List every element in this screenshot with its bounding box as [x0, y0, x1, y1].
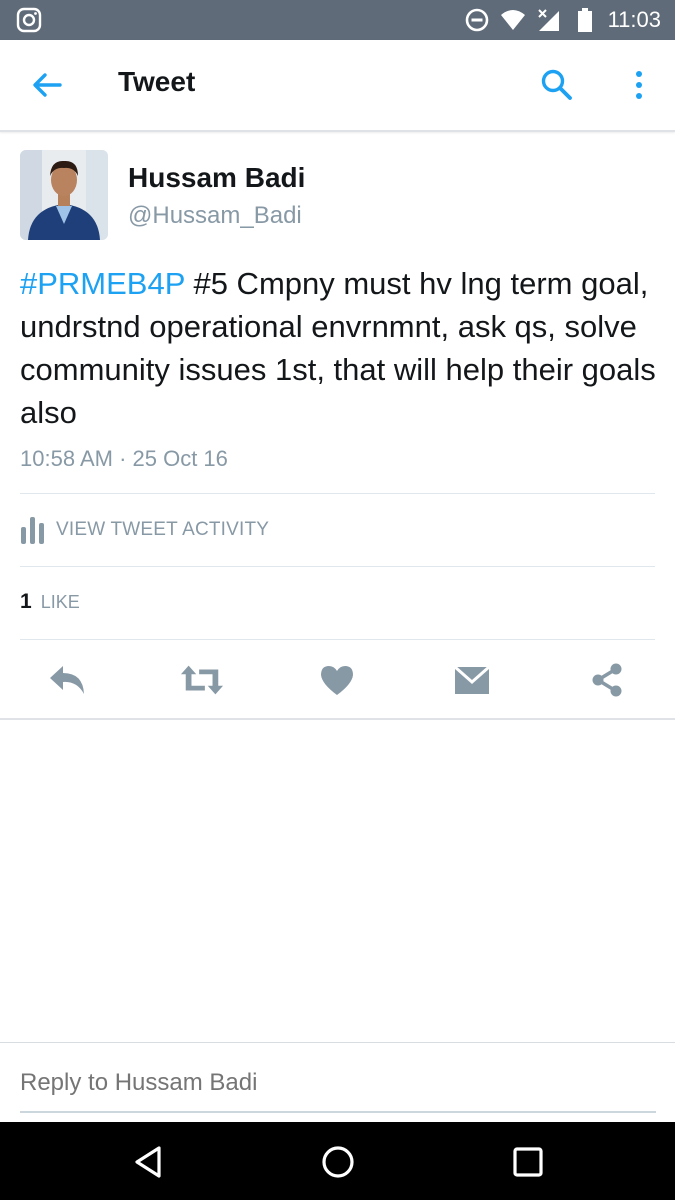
more-vert-icon[interactable]: [624, 66, 654, 104]
tweet-timestamp: 10:58 AM · 25 Oct 16: [20, 446, 228, 471]
nav-recents-icon[interactable]: [508, 1142, 548, 1182]
likes-label: LIKE: [40, 592, 80, 612]
do-not-disturb-icon: [465, 8, 488, 32]
envelope-icon: [454, 665, 490, 694]
nav-home-icon[interactable]: [318, 1142, 358, 1182]
instagram-icon: [16, 7, 42, 33]
signal-icon: [537, 9, 559, 31]
reply-underline: [20, 1111, 656, 1113]
reply-icon: [50, 666, 84, 694]
heart-icon: [321, 666, 353, 695]
likes-summary[interactable]: 1 LIKE: [20, 590, 80, 614]
status-bar: 11:03: [0, 0, 675, 40]
app-bar: Tweet: [0, 40, 675, 132]
battery-icon: [577, 8, 592, 32]
retweet-button[interactable]: [180, 660, 224, 700]
reply-composer: [0, 1042, 675, 1122]
divider: [20, 566, 655, 567]
divider: [20, 493, 655, 494]
view-tweet-activity-button[interactable]: VIEW TWEET ACTIVITY: [20, 512, 269, 548]
bar-chart-icon: [21, 517, 44, 544]
author-handle[interactable]: @Hussam_Badi: [128, 202, 302, 230]
likes-count: 1: [20, 590, 32, 613]
reply-input[interactable]: [20, 1069, 656, 1097]
tweet-actions: [0, 640, 675, 720]
page-title: Tweet: [118, 66, 196, 97]
status-time: 11:03: [607, 7, 661, 32]
navigation-bar: [0, 1122, 675, 1200]
like-button[interactable]: [315, 660, 359, 700]
tweet-text: #PRMEB4P #5 Cmpny must hv lng term goal,…: [20, 262, 660, 434]
reply-button[interactable]: [45, 660, 89, 700]
wifi-icon: [500, 10, 525, 30]
share-icon: [592, 663, 622, 697]
back-arrow-icon[interactable]: [28, 66, 66, 104]
author-name[interactable]: Hussam Badi: [128, 162, 305, 194]
direct-message-button[interactable]: [450, 660, 494, 700]
hashtag-link[interactable]: #PRMEB4P: [20, 266, 185, 301]
avatar[interactable]: [20, 150, 108, 240]
share-button[interactable]: [585, 660, 629, 700]
nav-back-icon[interactable]: [128, 1142, 168, 1182]
retweet-icon: [180, 665, 224, 695]
search-icon[interactable]: [538, 66, 576, 104]
view-tweet-activity-label: VIEW TWEET ACTIVITY: [56, 519, 270, 540]
